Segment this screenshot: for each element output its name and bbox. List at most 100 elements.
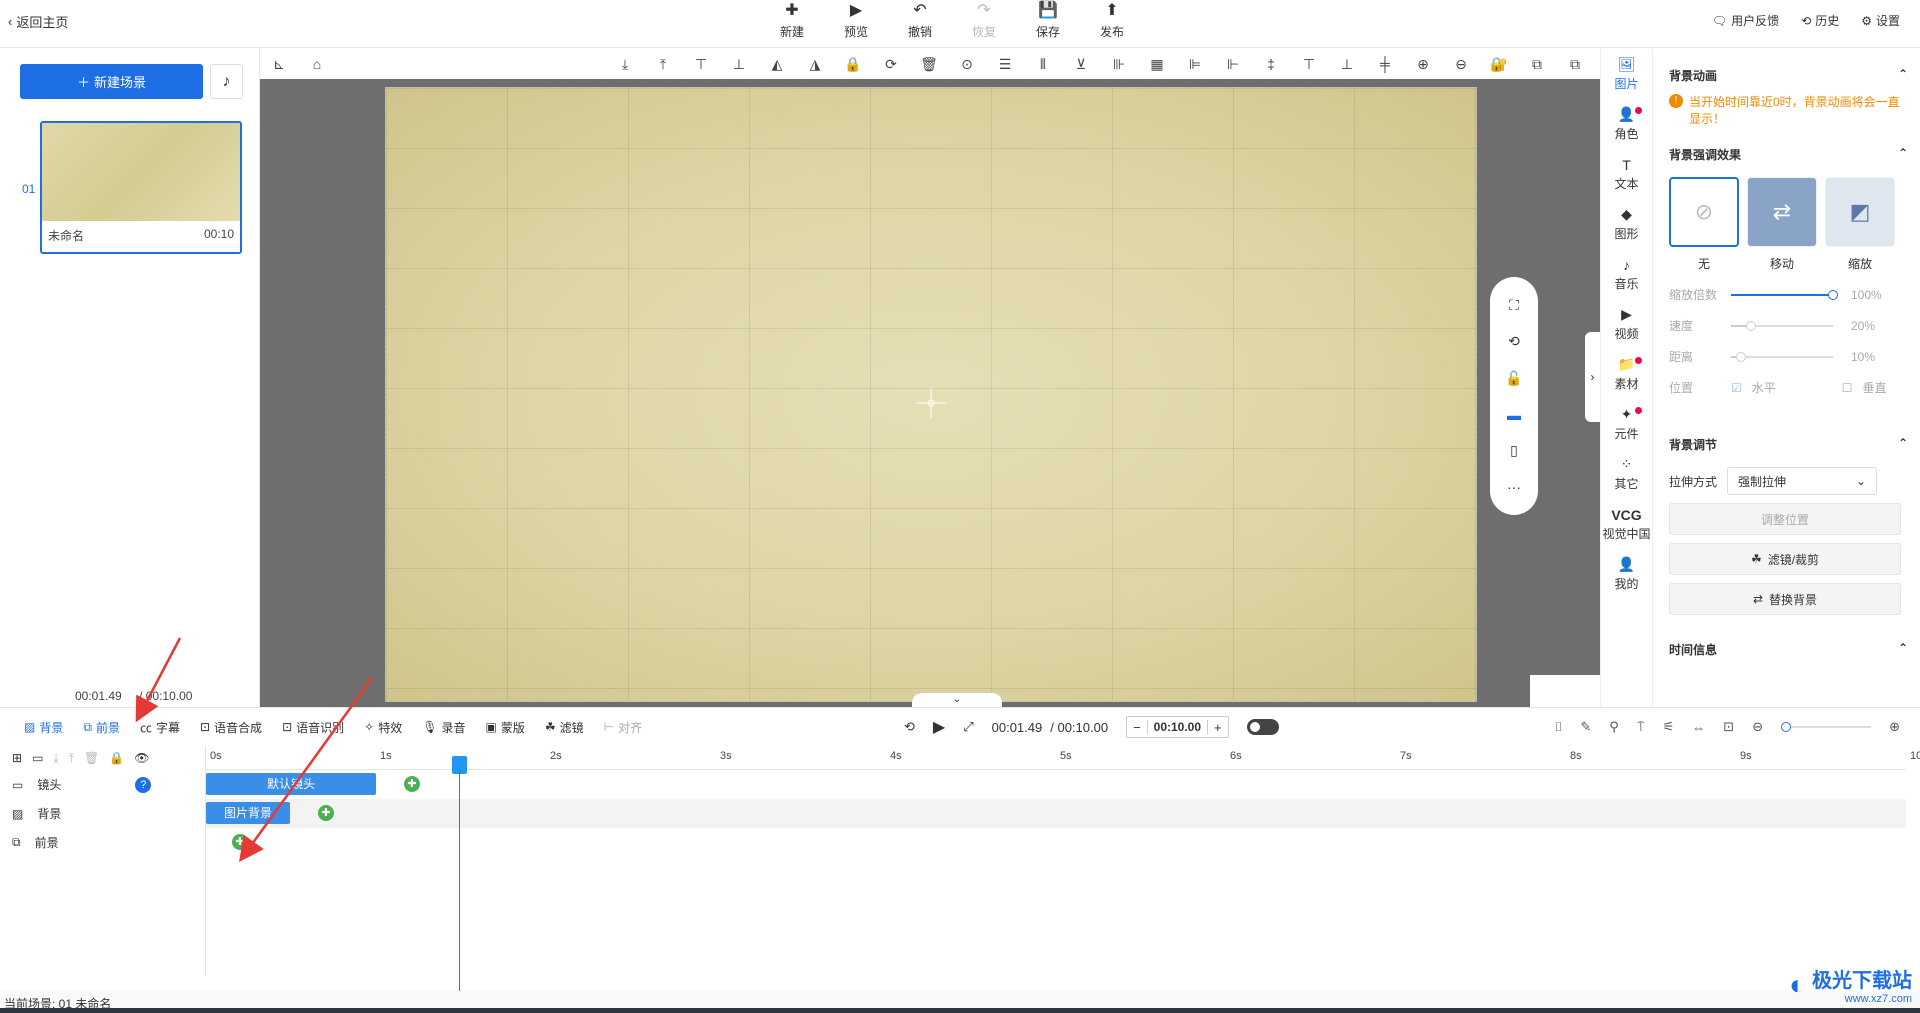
settings-button[interactable]: ⚙ 设置 [1861, 12, 1900, 29]
align-bottom-icon[interactable]: ⤓ [606, 56, 644, 73]
fit-screen-icon[interactable]: ⛶ [1509, 297, 1519, 314]
nav-video[interactable]: ▶ 视频 [1601, 299, 1652, 349]
scene-card[interactable]: 未命名 00:10 [40, 121, 242, 254]
copy-icon[interactable]: ⧉ [1518, 56, 1556, 73]
play-button[interactable]: ▶ [933, 717, 945, 737]
align-vmiddle-icon[interactable]: ╪ [1366, 56, 1404, 72]
fit-width-icon[interactable]: ⇔ [1692, 720, 1705, 735]
align-vtop-icon[interactable]: ⊤ [1290, 56, 1328, 73]
eye-icon[interactable]: 👁 [134, 751, 149, 765]
stretch-select[interactable]: 强制拉伸 ⌄ [1727, 467, 1878, 495]
align-top-icon[interactable]: ⤒ [644, 56, 682, 73]
help-icon[interactable]: ? [135, 776, 152, 793]
home-icon[interactable]: ⌂ [298, 56, 336, 72]
rotate-icon[interactable]: ⟲ [1508, 333, 1520, 350]
zoom-in-icon[interactable]: ⊕ [1889, 719, 1900, 735]
expand-timeline-button[interactable]: ⌄ [912, 693, 1002, 707]
feedback-button[interactable]: 🗨 用户反馈 [1712, 12, 1779, 29]
add-keyframe-icon[interactable]: ✚ [318, 805, 334, 821]
tab-background[interactable]: ▨ 背景 [24, 719, 63, 736]
distance-slider[interactable] [1731, 351, 1833, 362]
layer-down-icon[interactable]: ⊤ [682, 56, 720, 73]
scene-music-button[interactable]: ♪ [210, 64, 243, 99]
align-grid-icon[interactable]: ▦ [1138, 56, 1176, 73]
scale-slider-knob[interactable] [1828, 289, 1838, 300]
paste-icon[interactable]: ⧉ [1556, 56, 1594, 73]
horizontal-checkbox[interactable]: ☑ [1731, 381, 1742, 395]
align-left-icon[interactable]: ⊫ [1176, 56, 1214, 73]
publish-button[interactable]: ⬆ 发布 [1080, 2, 1144, 40]
adjust-icon[interactable]: ⚟ [1663, 719, 1675, 735]
camera-clip[interactable]: 默认镜头 [206, 773, 376, 795]
history-button[interactable]: ⟲ 历史 [1801, 12, 1839, 29]
nav-mine[interactable]: 👤 我的 [1601, 549, 1652, 599]
collapse-panel-button[interactable]: › [1585, 332, 1600, 422]
desktop-view-icon[interactable]: ▬ [1507, 407, 1521, 423]
undo-button[interactable]: ↶ 撤销 [888, 2, 952, 40]
align-middle-icon[interactable]: ⊪ [1100, 56, 1138, 73]
fullscreen-icon[interactable]: ⤢ [963, 719, 973, 735]
nav-music[interactable]: ♪ 音乐 [1601, 249, 1652, 299]
timeline-zoom-knob[interactable] [1781, 722, 1792, 732]
distribute-v-icon[interactable]: ⫴ [1024, 56, 1062, 73]
lock-icon[interactable]: 🔒 [834, 56, 872, 73]
tab-subtitle[interactable]: ㏄字幕 [140, 719, 180, 736]
split-icon[interactable]: ⚲ [1609, 719, 1619, 735]
add-folder-icon[interactable]: ⊞ [12, 751, 22, 765]
nav-character[interactable]: 👤 角色 [1601, 99, 1652, 149]
replay-icon[interactable]: ⟲ [904, 719, 915, 735]
align-hcenter-icon[interactable]: ‡ [1252, 56, 1290, 72]
tab-mic[interactable]: 🎙 录音 [422, 719, 465, 736]
tab-align[interactable]: ⊢ 对齐 [604, 719, 642, 736]
duration-value[interactable]: 00:10.00 [1146, 720, 1209, 734]
new-scene-button[interactable]: ＋ 新建场景 [20, 64, 203, 99]
rotate-icon[interactable]: ⟳ [872, 56, 910, 73]
add-keyframe-icon[interactable]: ✚ [404, 776, 420, 792]
track-header[interactable]: ▭ 镜头? [0, 770, 205, 799]
redo-button[interactable]: ↷ 恢复 [952, 2, 1016, 40]
bg-anim-section[interactable]: 背景动画 ⌃ [1669, 67, 1908, 84]
save-button[interactable]: 💾 保存 [1016, 2, 1080, 40]
move-down-icon[interactable]: ⤓ [53, 751, 58, 766]
more-icon[interactable]: ··· [1507, 479, 1521, 495]
duration-stepper[interactable]: − 00:10.00 + [1126, 716, 1229, 738]
adjust-position-button[interactable]: 调整位置 [1669, 503, 1901, 535]
zoom-in-icon[interactable]: ⊕ [1404, 56, 1442, 73]
nav-image[interactable]: 🖼 图片 [1601, 49, 1652, 99]
nav-material[interactable]: 📁 素材 [1601, 349, 1652, 399]
flip-h-icon[interactable]: ◭ [758, 56, 796, 73]
track-header[interactable]: ⧉ 前景 [0, 828, 205, 857]
move-up-icon[interactable]: ⤒ [69, 751, 74, 766]
align-right-icon[interactable]: ⊩ [1214, 56, 1252, 73]
tab-mask[interactable]: ▣ 蒙版 [485, 719, 524, 736]
lock-icon[interactable]: 🔒 [109, 751, 124, 765]
distance-slider-knob[interactable] [1736, 351, 1747, 362]
unlock-icon[interactable]: 🔓 [1505, 370, 1522, 387]
align-center-icon[interactable]: ⊻ [1062, 56, 1100, 73]
add-keyframe-icon[interactable]: ✚ [232, 834, 248, 850]
zoom-out-icon[interactable]: ⊖ [1752, 719, 1763, 735]
increase-icon[interactable]: + [1208, 720, 1228, 735]
scale-slider[interactable] [1731, 289, 1838, 300]
timeline-zoom-slider[interactable] [1781, 722, 1872, 732]
back-home-link[interactable]: ‹ 返回主页 [8, 12, 68, 31]
loop-toggle[interactable] [1246, 719, 1279, 735]
nav-component[interactable]: ✦ 元件 [1601, 399, 1652, 449]
distribute-h-icon[interactable]: ☰ [986, 56, 1024, 73]
nav-shape[interactable]: ◆ 图形 [1601, 199, 1652, 249]
decrease-icon[interactable]: − [1127, 720, 1147, 735]
background-clip[interactable]: 图片背景 [206, 802, 290, 824]
ruler-icon[interactable]: ⊾ [260, 56, 298, 73]
bg-adjust-section[interactable]: 背景调节 ⌃ [1669, 436, 1908, 453]
replace-bg-button[interactable]: ⇄ 替换背景 [1669, 583, 1901, 615]
bg-effect-section[interactable]: 背景强调效果 ⌃ [1669, 146, 1908, 163]
effect-move[interactable]: ⇄ 移动 [1747, 177, 1817, 272]
lock-all-icon[interactable]: 🔐 [1480, 56, 1518, 73]
filter-crop-button[interactable]: ☘ 滤镜/裁剪 [1669, 543, 1901, 575]
tab-filter[interactable]: ☘ 滤镜 [545, 719, 584, 736]
focus-icon[interactable]: ⊙ [948, 56, 986, 73]
view-ratio-button[interactable] [1530, 675, 1600, 707]
mobile-view-icon[interactable]: ▯ [1510, 442, 1518, 459]
flip-v-icon[interactable]: ◮ [796, 56, 834, 73]
zoom-out-icon[interactable]: ⊖ [1442, 56, 1480, 73]
